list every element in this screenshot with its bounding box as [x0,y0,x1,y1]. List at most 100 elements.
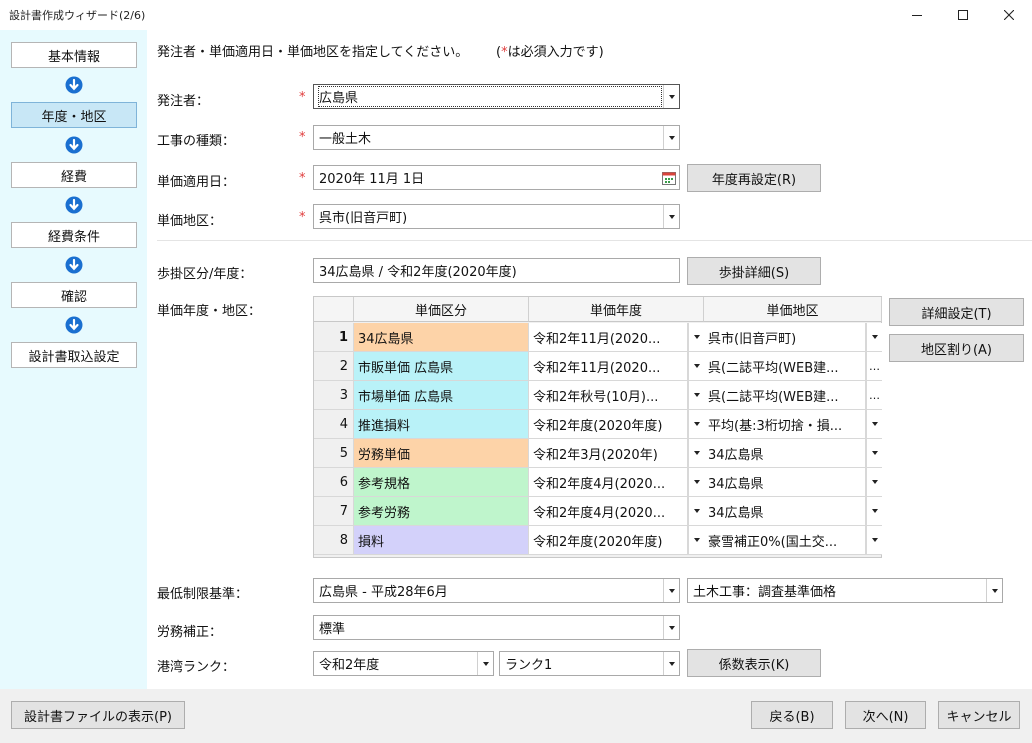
region-cell[interactable]: 34広島県 [704,439,866,468]
required-star: * [299,210,306,225]
chevron-down-icon[interactable] [688,323,704,352]
chevron-down-icon[interactable] [866,439,882,468]
work-category-value: 土木工事：調査基準価格 [693,585,837,600]
chevron-down-icon[interactable] [866,468,882,497]
chevron-down-icon[interactable] [986,579,1002,602]
region-cell[interactable]: 呉市(旧音戸町) [704,323,866,352]
category-cell[interactable]: 推進損料 [354,410,529,439]
category-cell[interactable]: 市販単価 広島県 [354,352,529,381]
region-cell[interactable]: 平均(基:3桁切捨・損... [704,410,866,439]
year-cell[interactable]: 令和2年度4月(2020... [529,468,688,497]
row-number: 4 [314,410,354,439]
min-limit-value: 広島県 - 平成28年6月 [319,585,448,600]
next-label: 次へ(N) [862,709,909,725]
step-label: 確認 [60,289,87,305]
chevron-down-icon[interactable] [866,526,882,555]
step-confirm[interactable]: 確認 [11,282,137,308]
step-label: 年度・地区 [41,109,107,125]
step-label: 基本情報 [47,49,100,65]
step-basic-info[interactable]: 基本情報 [11,42,137,68]
next-button[interactable]: 次へ(N) [845,701,926,729]
column-header[interactable]: 単価区分 [354,297,529,322]
show-file-button[interactable]: 設計書ファイルの表示(P) [11,701,185,729]
step-expense-conditions[interactable]: 経費条件 [11,222,137,248]
chevron-down-icon[interactable] [663,126,679,149]
year-cell[interactable]: 令和2年秋号(10月)... [529,381,688,410]
category-cell[interactable]: 参考労務 [354,497,529,526]
chevron-down-icon[interactable] [663,85,679,108]
maximize-button[interactable] [940,0,986,30]
divider [157,240,1032,241]
cancel-button[interactable]: キャンセル [938,701,1020,729]
chevron-down-icon[interactable] [477,652,493,675]
chevron-down-icon[interactable] [663,616,679,639]
ellipsis-icon[interactable]: … [866,352,882,381]
region-assign-button[interactable]: 地区割り(A) [889,334,1024,362]
chevron-down-icon[interactable] [688,410,704,439]
category-cell[interactable]: 労務単価 [354,439,529,468]
port-rank-select[interactable]: ランク1 [499,651,680,676]
rate-detail-button[interactable]: 歩掛詳細(S) [687,257,821,285]
labor-adj-label: 労務補正： [157,625,223,640]
region-cell[interactable]: 34広島県 [704,497,866,526]
price-grid: 単価区分 単価年度 単価地区 1 34広島県 令和2年11月(2020... 呉市(旧… [313,296,882,558]
category-cell[interactable]: 参考規格 [354,468,529,497]
chevron-down-icon[interactable] [688,468,704,497]
category-cell[interactable]: 34広島県 [354,323,529,352]
category-cell[interactable]: 市場単価 広島県 [354,381,529,410]
back-button[interactable]: 戻る(B) [751,701,833,729]
port-rank-year-select[interactable]: 令和2年度 [313,651,494,676]
minimize-button[interactable] [894,0,940,30]
year-cell[interactable]: 令和2年11月(2020... [529,352,688,381]
chevron-down-icon[interactable] [688,497,704,526]
chevron-down-icon[interactable] [663,579,679,602]
chevron-down-icon[interactable] [688,526,704,555]
chevron-down-icon[interactable] [866,323,882,352]
category-cell[interactable]: 損料 [354,526,529,555]
region-cell[interactable]: 呉(二誌平均(WEB建... [704,381,866,410]
year-cell[interactable]: 令和2年度(2020年度) [529,526,688,555]
step-label: 経費条件 [47,229,100,245]
price-region-select[interactable]: 呉市(旧音戸町) [313,204,680,229]
chevron-down-icon[interactable] [866,497,882,526]
year-cell[interactable]: 令和2年度(2020年度) [529,410,688,439]
calendar-icon[interactable] [659,171,679,185]
min-limit-select[interactable]: 広島県 - 平成28年6月 [313,578,680,603]
chevron-down-icon[interactable] [688,439,704,468]
detail-settings-button[interactable]: 詳細設定(T) [889,298,1024,326]
arrow-down-icon [65,76,83,94]
reset-year-label: 年度再設定(R) [711,172,797,188]
step-expenses[interactable]: 経費 [11,162,137,188]
year-cell[interactable]: 令和2年11月(2020... [529,323,688,352]
chevron-down-icon[interactable] [688,352,704,381]
labor-adj-select[interactable]: 標準 [313,615,680,640]
price-region-label: 単価地区： [157,214,223,229]
port-rank-year-value: 令和2年度 [319,658,380,673]
row-number: 5 [314,439,354,468]
grid-corner-header [314,297,354,322]
column-header[interactable]: 単価年度 [529,297,704,322]
required-star: * [299,171,306,186]
client-select[interactable]: 広島県 [313,84,680,109]
row-number: 2 [314,352,354,381]
price-date-picker[interactable]: 2020年 11月 1日 [313,165,680,190]
work-category-select[interactable]: 土木工事：調査基準価格 [687,578,1003,603]
work-type-select[interactable]: 一般土木 [313,125,680,150]
year-cell[interactable]: 令和2年度4月(2020... [529,497,688,526]
ellipsis-icon[interactable]: … [866,381,882,410]
chevron-down-icon[interactable] [663,652,679,675]
region-cell[interactable]: 呉(二誌平均(WEB建... [704,352,866,381]
chevron-down-icon[interactable] [663,205,679,228]
chevron-down-icon[interactable] [688,381,704,410]
year-cell[interactable]: 令和2年3月(2020年) [529,439,688,468]
column-header[interactable]: 単価地区 [704,297,882,322]
step-year-region[interactable]: 年度・地区 [11,102,137,128]
chevron-down-icon[interactable] [866,410,882,439]
region-cell[interactable]: 34広島県 [704,468,866,497]
close-button[interactable] [986,0,1032,30]
region-cell[interactable]: 豪雪補正0%(国土交... [704,526,866,555]
step-import-settings[interactable]: 設計書取込設定 [11,342,137,368]
coefficient-button[interactable]: 係数表示(K) [687,649,821,677]
required-note: (*は必須入力です) [496,41,604,60]
reset-year-button[interactable]: 年度再設定(R) [687,164,821,192]
